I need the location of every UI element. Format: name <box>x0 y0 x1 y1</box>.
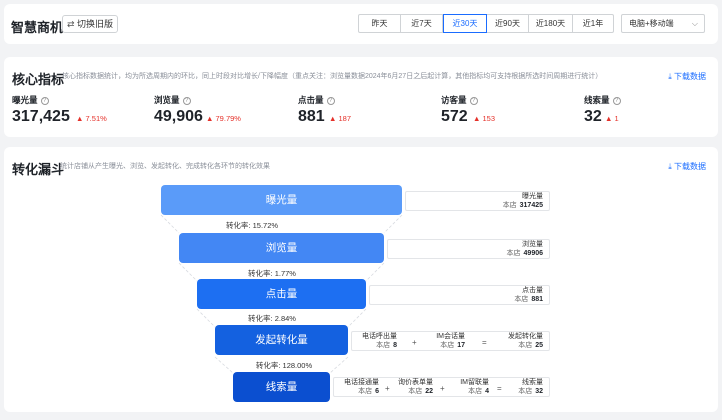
metric-label: 曝光量 <box>12 95 38 105</box>
metric-label: 点击量 <box>298 95 324 105</box>
download-icon: ⤓ <box>668 72 672 81</box>
metric-change: ▲ 187 <box>329 114 352 123</box>
range-180-days[interactable]: 近180天 <box>529 15 573 32</box>
metric-change: ▲ 1 <box>605 114 619 123</box>
switch-icon: ⇄ <box>67 19 75 29</box>
funnel-rate: 转化率: 2.84% <box>248 314 296 323</box>
funnel-rate: 转化率: 1.77% <box>248 269 296 278</box>
detail-cell: 浏览量 本店 49906 <box>506 241 543 257</box>
equals-sign: = <box>497 384 502 393</box>
metric-change: ▲ 153 <box>473 114 496 123</box>
metric-label: 浏览量 <box>154 95 180 105</box>
detail-cell: 线索量 本店 32 <box>518 379 543 395</box>
detail-cell: IM留联量 本店 4 <box>460 379 489 395</box>
metric-label: 访客量 <box>441 95 467 105</box>
metric-value: 881 <box>298 108 325 125</box>
equals-sign: = <box>482 338 487 347</box>
metric-label: 线索量 <box>584 95 610 105</box>
detail-cell: 发起转化量 本店 25 <box>508 333 543 349</box>
conversion-funnel-card: 转化漏斗 统计店铺从产生曝光、浏览、发起转化、完成转化各环节的转化效果 ⤓ 下载… <box>4 147 718 412</box>
detail-cell: 电话呼出量 本店 8 <box>362 333 397 349</box>
detail-cell: 询价表单量 本店 22 <box>398 379 433 395</box>
metric-leads: 线索量? 32 ▲ 1 <box>584 94 621 125</box>
metric-visitors: 访客量? 572 ▲ 153 <box>441 94 495 125</box>
metric-change: ▲ 79.79% <box>206 114 241 123</box>
metric-change: ▲ 7.51% <box>76 114 107 123</box>
detail-box-exposure: 曝光量 本店 317425 <box>405 191 550 211</box>
funnel-stage-initiate[interactable]: 发起转化量 <box>215 325 348 355</box>
date-range-selector: 昨天 近7天 近30天 近90天 近180天 近1年 <box>358 14 614 33</box>
detail-cell: 电话接通量 本店 6 <box>344 379 379 395</box>
metric-browse: 浏览量? 49,906 ▲ 79.79% <box>154 94 241 125</box>
metric-value: 32 <box>584 108 602 125</box>
switch-old-version-label: 切换旧版 <box>77 19 114 29</box>
chevron-down-icon: ⌵ <box>691 19 698 28</box>
core-metrics-description: 核心指标数据统计，均为所选周期内的环比，同上时段对比增长/下降幅度（重点关注：浏… <box>62 73 603 80</box>
download-data-link[interactable]: ⤓ 下载数据 <box>668 71 706 82</box>
help-icon[interactable]: ? <box>40 97 49 105</box>
detail-box-leads: 电话接通量 本店 6 + 询价表单量 本店 22 + IM留联量 本店 4 = 线索量… <box>333 377 550 397</box>
header-card: 智慧商机 ⇄ 切换旧版 昨天 近7天 近30天 近90天 近180天 近1年 电… <box>4 4 718 44</box>
help-icon[interactable]: ? <box>469 97 478 105</box>
funnel-rate: 转化率: 15.72% <box>225 221 279 230</box>
detail-box-browse: 浏览量 本店 49906 <box>387 239 550 259</box>
funnel-stage-click[interactable]: 点击量 <box>197 279 366 309</box>
range-7-days[interactable]: 近7天 <box>401 15 443 32</box>
detail-cell: IM会话量 本店 17 <box>436 333 465 349</box>
funnel-stage-leads[interactable]: 线索量 <box>233 372 330 402</box>
device-select[interactable]: 电脑+移动端 ⌵ <box>621 14 705 33</box>
help-icon[interactable]: ? <box>326 97 335 105</box>
detail-box-initiate: 电话呼出量 本店 8 + IM会话量 本店 17 = 发起转化量 本店 25 <box>351 331 550 351</box>
range-90-days[interactable]: 近90天 <box>487 15 529 32</box>
funnel-stage-browse[interactable]: 浏览量 <box>179 233 384 263</box>
core-metrics-card: 核心指标 核心指标数据统计，均为所选周期内的环比，同上时段对比增长/下降幅度（重… <box>4 57 718 137</box>
range-30-days[interactable]: 近30天 <box>443 14 487 33</box>
metric-value: 572 <box>441 108 468 125</box>
metric-click: 点击量? 881 ▲ 187 <box>298 94 351 125</box>
detail-box-click: 点击量 本店 881 <box>369 285 550 305</box>
metric-value: 49,906 <box>154 108 203 125</box>
metric-exposure: 曝光量? 317,425 ▲ 7.51% <box>12 94 107 125</box>
plus-sign: + <box>440 384 445 393</box>
page-title: 智慧商机 <box>11 20 64 35</box>
help-icon[interactable]: ? <box>182 97 191 105</box>
help-icon[interactable]: ? <box>612 97 621 105</box>
funnel-rate: 转化率: 128.00% <box>255 361 313 370</box>
range-yesterday[interactable]: 昨天 <box>359 15 401 32</box>
detail-cell: 点击量 本店 881 <box>514 287 543 303</box>
switch-old-version-button[interactable]: ⇄ 切换旧版 <box>62 15 119 33</box>
range-1-year[interactable]: 近1年 <box>573 15 613 32</box>
plus-sign: + <box>412 338 417 347</box>
plus-sign: + <box>385 384 390 393</box>
download-data-label: 下载数据 <box>674 72 706 81</box>
detail-cell: 曝光量 本店 317425 <box>502 193 543 209</box>
device-select-value: 电脑+移动端 <box>629 19 674 28</box>
funnel-stage-exposure[interactable]: 曝光量 <box>161 185 402 215</box>
metric-value: 317,425 <box>12 108 70 125</box>
core-metrics-title: 核心指标 <box>12 72 65 87</box>
